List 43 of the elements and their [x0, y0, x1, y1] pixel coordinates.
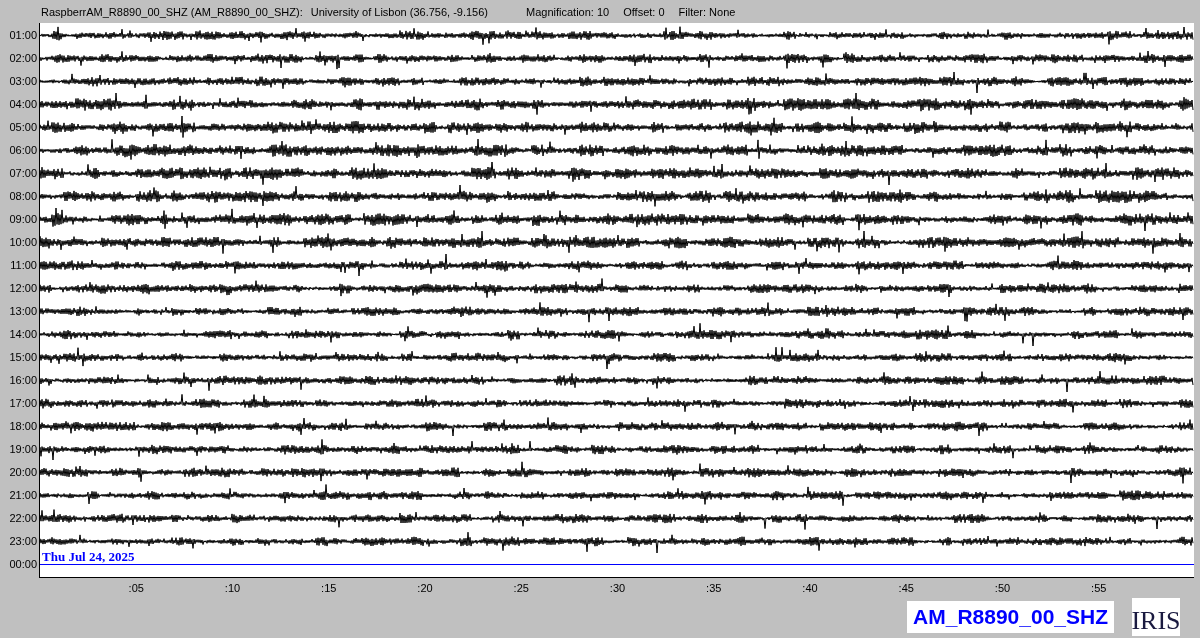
offset-text: Offset: 0 [623, 5, 665, 18]
station-code-label: AM_R8890_00_SHZ [907, 601, 1114, 633]
hour-label: 23:00 [8, 534, 38, 549]
hour-label: 10:00 [8, 235, 38, 250]
hour-label: 09:00 [8, 212, 38, 227]
minute-tick-label: :40 [802, 582, 818, 594]
hour-label: 08:00 [8, 189, 38, 204]
hour-label: 03:00 [8, 74, 38, 89]
hour-label: 04:00 [8, 97, 38, 112]
location-text: University of Lisbon (36.756, -9.156) [310, 5, 488, 18]
hour-label: 11:00 [9, 258, 38, 273]
magnification-text: Magnification: 10 [526, 5, 610, 18]
minute-tick-label: :55 [1091, 582, 1107, 594]
minute-tick-label: :10 [224, 582, 241, 594]
hour-label: 00:00 [8, 557, 38, 572]
hour-label: 02:00 [8, 51, 38, 66]
minute-tick-label: :05 [128, 582, 144, 594]
minute-tick-label: :50 [994, 582, 1011, 594]
station-title: RaspberrAM_R8890_00_SHZ (AM_R8890_00_SHZ): [41, 5, 303, 18]
minute-tick-label: :35 [706, 582, 722, 594]
hour-label: 17:00 [8, 396, 38, 411]
hour-label: 06:00 [8, 143, 38, 158]
hour-label: 07:00 [8, 166, 38, 181]
iris-logo: IRIS [1132, 598, 1180, 636]
hour-label: 15:00 [8, 350, 38, 365]
hour-label: 14:00 [8, 327, 38, 342]
hour-label: 01:00 [8, 28, 38, 43]
date-label: Thu Jul 24, 2025 [42, 550, 135, 564]
minute-tick-label: :25 [513, 582, 529, 594]
minute-tick-label: :20 [417, 582, 433, 594]
hour-label: 05:00 [8, 120, 38, 135]
hour-label: 19:00 [8, 442, 38, 457]
hour-label: 20:00 [8, 465, 38, 480]
minute-tick-label: :15 [321, 582, 337, 594]
minute-tick-label: :30 [609, 582, 626, 594]
hour-label: 16:00 [8, 373, 38, 388]
hour-label: 13:00 [8, 304, 38, 319]
minute-tick-label: :45 [898, 582, 914, 594]
hour-label: 21:00 [8, 488, 38, 503]
filter-text: Filter: None [678, 5, 736, 18]
hour-label: 22:00 [8, 511, 38, 526]
hour-label: 18:00 [8, 419, 38, 434]
hour-label: 12:00 [8, 281, 38, 296]
